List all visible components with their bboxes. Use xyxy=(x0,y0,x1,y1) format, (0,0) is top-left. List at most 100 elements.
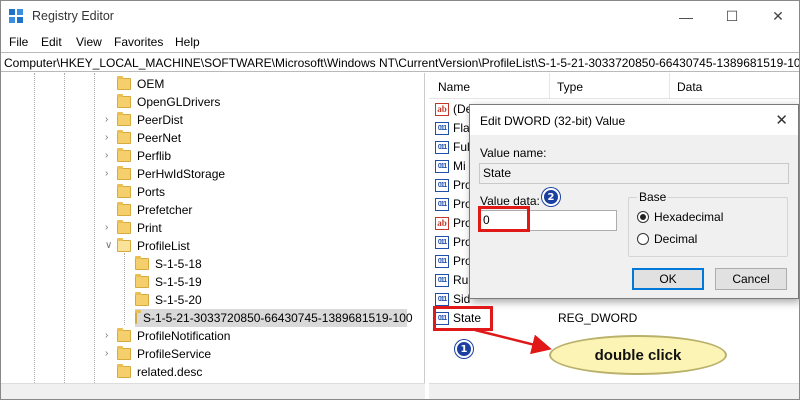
value-row[interactable]: ab (De xyxy=(435,100,472,118)
tree-node[interactable]: S-1-5-20 xyxy=(135,291,202,309)
column-separator[interactable] xyxy=(549,73,550,99)
registry-editor-icon xyxy=(9,9,23,23)
menu-edit[interactable]: Edit xyxy=(41,35,62,49)
collapsed-chevron-icon[interactable]: › xyxy=(105,349,115,359)
tree-node[interactable]: Print xyxy=(117,219,162,237)
reg-dword-icon: 011 xyxy=(435,197,449,211)
dialog-title-bar: Edit DWORD (32-bit) Value ✕ xyxy=(470,105,798,135)
step-badge-2: 2 xyxy=(542,188,560,206)
tree-node[interactable]: PerHwIdStorage xyxy=(117,165,225,183)
tree-node[interactable]: Perflib xyxy=(117,147,171,165)
tree-node[interactable]: ProfileService xyxy=(117,345,211,363)
collapsed-chevron-icon[interactable]: › xyxy=(105,169,115,179)
tree-node[interactable]: S-1-5-19 xyxy=(135,273,202,291)
column-data-header[interactable]: Data xyxy=(677,80,702,94)
value-name: Ru xyxy=(453,273,469,287)
tree-node-label: ProfileService xyxy=(137,347,212,361)
collapsed-chevron-icon[interactable]: › xyxy=(105,133,115,143)
folder-icon xyxy=(135,274,149,288)
tree-horizontal-scrollbar[interactable] xyxy=(1,383,425,399)
folder-icon xyxy=(117,364,131,378)
tree-node[interactable]: S-1-5-21-3033720850-66430745-1389681519-… xyxy=(135,309,413,327)
menu-file[interactable]: File xyxy=(9,35,28,49)
tree-node[interactable]: related.desc xyxy=(117,363,202,381)
dialog-close-icon[interactable]: ✕ xyxy=(775,111,788,129)
step-badge-1: 1 xyxy=(455,340,473,358)
address-bar[interactable]: Computer\HKEY_LOCAL_MACHINE\SOFTWARE\Mic… xyxy=(1,52,799,72)
ok-button[interactable]: OK xyxy=(632,268,704,290)
folder-icon xyxy=(117,94,131,108)
folder-icon xyxy=(117,184,131,198)
column-name-header[interactable]: Name xyxy=(438,80,470,94)
tree-node-label: Prefetcher xyxy=(137,203,193,217)
value-name-field: State xyxy=(479,163,789,184)
collapsed-chevron-icon[interactable]: › xyxy=(105,223,115,233)
tree-node[interactable]: S-1-5-18 xyxy=(135,255,202,273)
column-type-header[interactable]: Type xyxy=(557,80,583,94)
collapsed-chevron-icon[interactable]: › xyxy=(105,151,115,161)
collapsed-chevron-icon[interactable]: › xyxy=(105,331,115,341)
list-header: Name Type Data xyxy=(429,73,799,99)
folder-icon xyxy=(117,130,131,144)
value-row[interactable]: 011 Pro xyxy=(435,252,472,270)
tree-node[interactable]: ProfileNotification xyxy=(117,327,230,345)
reg-dword-icon: 011 xyxy=(435,273,449,287)
radio-decimal[interactable]: Decimal xyxy=(637,232,697,246)
tree-node-label: related.desc xyxy=(137,365,203,379)
value-row[interactable]: 011 Pro xyxy=(435,233,472,251)
menu-view[interactable]: View xyxy=(76,35,102,49)
tree-node[interactable]: PeerNet xyxy=(117,129,181,147)
expanded-chevron-icon[interactable]: ∨ xyxy=(105,241,115,251)
registry-editor-window: Registry Editor — ☐ ✕ File Edit View Fav… xyxy=(0,0,800,400)
tree-node-label: ProfileList xyxy=(137,239,190,253)
tree-node[interactable]: Prefetcher xyxy=(117,201,192,219)
value-row[interactable]: 011 Fla xyxy=(435,119,470,137)
reg-dword-icon: 011 xyxy=(435,159,449,173)
list-horizontal-scrollbar[interactable] xyxy=(429,383,799,399)
value-row[interactable]: 011 Ru xyxy=(435,271,468,289)
minimize-button[interactable]: — xyxy=(663,1,709,32)
folder-icon xyxy=(117,220,131,234)
reg-sz-icon: ab xyxy=(435,102,449,116)
key-tree-pane: OEM OpenGLDrivers PeerDist PeerNet Perflib Pe… xyxy=(1,73,425,399)
folder-icon xyxy=(135,310,141,324)
tree-node-label: Ports xyxy=(137,185,166,199)
value-row[interactable]: 011 Ful xyxy=(435,138,470,156)
maximize-button[interactable]: ☐ xyxy=(709,1,755,32)
highlight-value-data xyxy=(478,206,530,232)
cancel-button[interactable]: Cancel xyxy=(715,268,787,290)
radio-button-checked[interactable] xyxy=(637,211,649,223)
collapsed-chevron-icon[interactable]: › xyxy=(105,115,115,125)
double-click-callout: double click xyxy=(549,335,727,375)
value-row[interactable]: ab Pro xyxy=(435,214,472,232)
tree-node[interactable]: Ports xyxy=(117,183,165,201)
value-row[interactable]: 011 Pro xyxy=(435,195,472,213)
close-button[interactable]: ✕ xyxy=(755,1,799,32)
tree-node-label: OpenGLDrivers xyxy=(137,95,221,109)
reg-dword-icon: 011 xyxy=(435,140,449,154)
tree-node[interactable]: PeerDist xyxy=(117,111,183,129)
dialog-title: Edit DWORD (32-bit) Value xyxy=(480,114,626,128)
value-row[interactable]: 011 Mi xyxy=(435,157,466,175)
reg-dword-icon: 011 xyxy=(435,121,449,135)
radio-hexadecimal[interactable]: Hexadecimal xyxy=(637,210,723,224)
reg-dword-icon: 011 xyxy=(435,235,449,249)
reg-sz-icon: ab xyxy=(435,216,449,230)
value-name: Mi xyxy=(453,159,466,173)
menu-help[interactable]: Help xyxy=(175,35,200,49)
tree-node-label: Perflib xyxy=(137,149,172,163)
radio-button[interactable] xyxy=(637,233,649,245)
folder-icon xyxy=(117,76,131,90)
value-row[interactable]: 011 Pro xyxy=(435,176,472,194)
menu-favorites[interactable]: Favorites xyxy=(114,35,163,49)
reg-dword-icon: 011 xyxy=(435,292,449,306)
base-label: Base xyxy=(637,190,669,204)
tree-node[interactable]: OEM xyxy=(117,75,164,93)
reg-dword-icon: 011 xyxy=(435,178,449,192)
tree-node[interactable]: OpenGLDrivers xyxy=(117,93,220,111)
column-separator[interactable] xyxy=(669,73,670,99)
tree-node-label: Print xyxy=(137,221,162,235)
tree-node[interactable]: ProfileList xyxy=(117,237,190,255)
value-type: REG_DWORD xyxy=(558,311,638,325)
tree-node-label: OEM xyxy=(137,77,165,91)
